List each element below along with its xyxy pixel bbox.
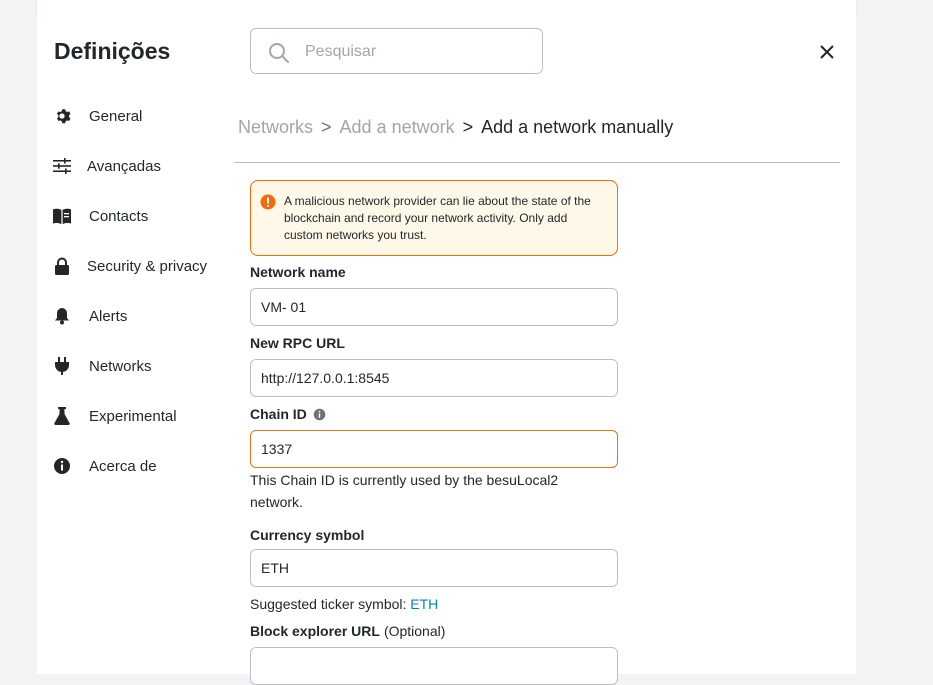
lock-icon	[52, 256, 72, 276]
sidebar-item-label: Avançadas	[87, 157, 161, 175]
search-input[interactable]	[303, 39, 527, 65]
plug-icon	[52, 356, 72, 376]
sidebar-item-label: General	[89, 107, 143, 125]
chain-id-label-row: Chain ID	[250, 406, 326, 422]
sidebar-item-general[interactable]: General	[52, 104, 222, 128]
rpc-url-label: New RPC URL	[250, 335, 345, 351]
network-name-input[interactable]	[250, 288, 618, 326]
sidebar-item-label: Acerca de	[89, 457, 157, 475]
top-card-edge	[37, 0, 856, 12]
chain-id-message: This Chain ID is currently used by the b…	[250, 472, 559, 510]
search-box[interactable]	[250, 28, 543, 74]
breadcrumb-separator: >	[462, 117, 474, 137]
currency-symbol-input[interactable]	[250, 549, 618, 587]
book-icon	[52, 206, 72, 226]
block-explorer-label: Block explorer URL	[250, 623, 380, 639]
sliders-icon	[52, 156, 72, 176]
chain-id-input[interactable]	[250, 430, 618, 468]
sidebar-item-label: Networks	[89, 357, 152, 375]
gear-icon	[52, 106, 72, 126]
warning-text: A malicious network provider can lie abo…	[284, 194, 591, 242]
block-explorer-input[interactable]	[250, 647, 618, 685]
sidebar-item-label: Contacts	[89, 207, 149, 225]
rpc-url-input[interactable]	[250, 359, 618, 397]
warning-banner: A malicious network provider can lie abo…	[250, 180, 618, 256]
sidebar-item-about[interactable]: Acerca de	[52, 454, 222, 478]
optional-tag: (Optional)	[383, 623, 446, 639]
ticker-suggestion: Suggested ticker symbol: ETH	[250, 593, 438, 615]
bell-icon	[52, 306, 72, 326]
ticker-suggestion-link[interactable]: ETH	[410, 596, 438, 612]
flask-icon	[52, 406, 72, 426]
info-icon[interactable]	[313, 408, 326, 421]
sidebar-item-label: Security & privacy	[87, 257, 208, 275]
network-name-label: Network name	[250, 264, 346, 280]
currency-symbol-label: Currency symbol	[250, 527, 365, 543]
search-icon	[269, 43, 289, 63]
sidebar-item-security[interactable]: Security & privacy	[52, 254, 222, 278]
block-explorer-label-row: Block explorer URL (Optional)	[250, 623, 445, 639]
breadcrumb-networks[interactable]: Networks	[238, 117, 313, 138]
breadcrumb-separator: >	[321, 117, 332, 137]
ticker-suggestion-text: Suggested ticker symbol:	[250, 596, 407, 612]
sidebar-item-contacts[interactable]: Contacts	[52, 204, 222, 228]
sidebar-item-experimental[interactable]: Experimental	[52, 404, 222, 428]
sidebar-item-alerts[interactable]: Alerts	[52, 304, 222, 328]
breadcrumb-current: Add a network manually	[481, 117, 674, 137]
breadcrumb: Networks > Add a network > Add a network…	[238, 117, 673, 138]
sidebar-item-label: Alerts	[89, 307, 128, 325]
close-icon[interactable]	[815, 40, 839, 64]
header-divider	[234, 162, 840, 163]
info-icon	[52, 456, 72, 476]
page-title: Definições	[54, 38, 171, 64]
sidebar-item-label: Experimental	[89, 407, 177, 425]
sidebar-item-networks[interactable]: Networks	[52, 354, 222, 378]
breadcrumb-add-network[interactable]: Add a network	[340, 117, 455, 138]
warning-icon	[260, 194, 276, 210]
sidebar-item-avancadas[interactable]: Avançadas	[52, 154, 222, 178]
chain-id-label: Chain ID	[250, 406, 307, 422]
